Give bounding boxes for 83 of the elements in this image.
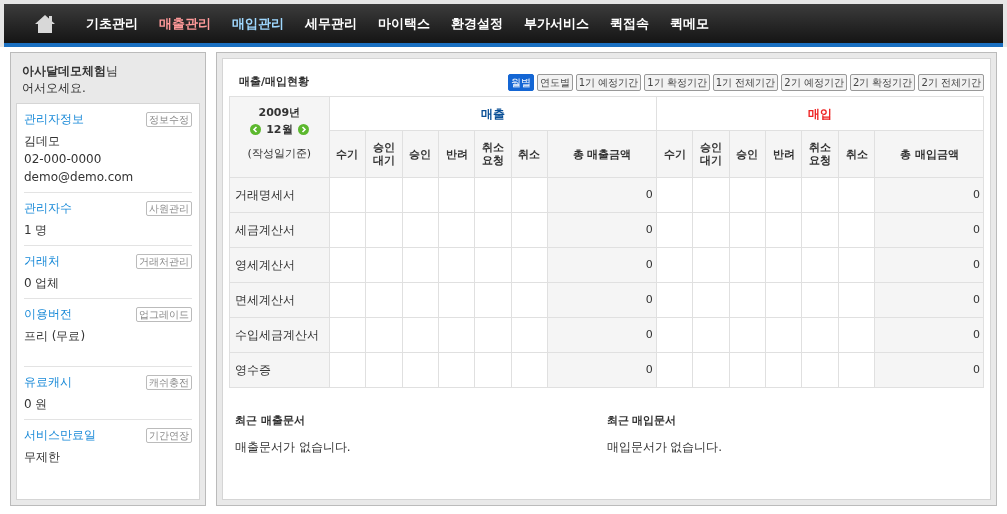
section-title: 유료캐시 (24, 374, 72, 391)
basis-text: (작성일기준) (247, 146, 312, 162)
nav-menu-item[interactable]: 마이택스 (378, 13, 430, 34)
section-action-button[interactable]: 업그레이드 (136, 306, 192, 322)
section-action-button[interactable]: 캐쉬충전 (146, 374, 192, 390)
info-text: 무제한 (24, 449, 61, 466)
section-action-button[interactable]: 기간연장 (146, 427, 192, 443)
nav-menu-item[interactable]: 세무관리 (305, 13, 357, 34)
total-amount-cell: 0 (547, 212, 657, 248)
empty-message: 매입문서가 없습니다. (606, 438, 724, 456)
nav-menu-item[interactable]: 퀵접속 (610, 13, 649, 34)
total-amount-cell: 0 (874, 352, 984, 388)
greeting-text: 아사달데모체험님 어서오세요. (21, 63, 119, 97)
total-amount-cell: 0 (874, 247, 984, 283)
section-title: 관리자수 (24, 200, 72, 217)
period-tab[interactable]: 2기 확정기간 (849, 74, 916, 91)
column-header-cell: 취소 (511, 130, 548, 178)
year-text: 2009년 (258, 105, 301, 121)
column-header-cell: 승인 대기 (692, 130, 730, 178)
period-tab[interactable]: 월별 (507, 74, 534, 91)
total-amount-cell: 0 (547, 317, 657, 353)
column-header-cell: 취소 요청 (801, 130, 839, 178)
period-tab[interactable]: 2기 전체기간 (918, 74, 984, 91)
info-text: 02-000-0000 (24, 151, 103, 168)
total-amount-cell: 0 (547, 352, 657, 388)
info-text: 1 명 (24, 222, 49, 239)
section-action-button[interactable]: 사원관리 (146, 200, 192, 216)
column-header-cell: 취소 (838, 130, 875, 178)
column-header-cell: 승인 (729, 130, 766, 178)
column-header-cell: 수기 (329, 130, 366, 178)
column-header-cell: 수기 (656, 130, 693, 178)
column-header-cell: 반려 (438, 130, 475, 178)
period-tab[interactable]: 2기 예정기간 (781, 74, 847, 91)
nav-menu-item[interactable]: 매출관리 (159, 13, 211, 34)
info-text: demo@demo.com (24, 169, 135, 186)
row-label-cell: 세금계산서 (229, 212, 330, 248)
total-amount-cell: 0 (874, 317, 984, 353)
nav-menu-item[interactable]: 퀵메모 (670, 13, 709, 34)
nav-menu-item[interactable]: 환경설정 (451, 13, 503, 34)
total-amount-cell: 0 (874, 282, 984, 318)
column-header-cell: 총 매입금액 (874, 130, 984, 178)
total-amount-cell: 0 (547, 282, 657, 318)
empty-message: 매출문서가 없습니다. (235, 438, 352, 456)
period-tab[interactable]: 1기 확정기간 (644, 74, 710, 91)
section-action-button[interactable]: 정보수정 (146, 111, 192, 127)
period-tab[interactable]: 연도별 (536, 74, 573, 91)
total-amount-cell: 0 (874, 177, 984, 213)
row-label-cell: 영세계산서 (229, 247, 330, 283)
row-label-cell: 영수증 (229, 352, 330, 388)
previous-month-icon[interactable] (250, 124, 262, 136)
total-amount-cell: 0 (547, 247, 657, 283)
next-month-icon[interactable] (297, 124, 309, 136)
recent-documents-title: 최근 매출문서 (235, 413, 306, 429)
section-title: 관리자정보 (24, 111, 84, 128)
section-heading: 매출/매입현황 (239, 74, 310, 91)
row-label-cell: 면세계산서 (229, 282, 330, 318)
period-tab[interactable]: 1기 전체기간 (712, 74, 779, 91)
row-label-cell: 수입세금계산서 (229, 317, 330, 353)
home-icon[interactable] (34, 13, 56, 34)
column-header-cell: 승인 (402, 130, 439, 178)
section-action-button[interactable]: 거래처관리 (136, 253, 192, 269)
info-text: 김데모 (24, 133, 61, 150)
row-label-cell: 거래명세서 (229, 177, 330, 213)
group-header-cell: 매출 (329, 96, 657, 131)
recent-documents-title: 최근 매입문서 (606, 413, 678, 429)
nav-menu-item[interactable]: 매입관리 (232, 13, 284, 34)
info-text: 0 업체 (24, 275, 61, 292)
info-text: 프리 (무료) (24, 328, 87, 345)
column-header-cell: 승인 대기 (365, 130, 403, 178)
period-tab[interactable]: 1기 예정기간 (575, 74, 642, 91)
section-title: 이용버전 (24, 306, 72, 323)
total-amount-cell: 0 (547, 177, 657, 213)
month-text: 12월 (266, 121, 293, 138)
info-text: 0 원 (24, 396, 49, 413)
group-header-cell: 매입 (656, 96, 984, 131)
nav-menu-item[interactable]: 부가서비스 (524, 13, 589, 34)
section-title: 거래처 (24, 253, 60, 270)
nav-menu-item[interactable]: 기초관리 (86, 13, 138, 34)
column-header-cell: 총 매출금액 (547, 130, 657, 178)
section-title: 서비스만료일 (24, 427, 96, 444)
total-amount-cell: 0 (874, 212, 984, 248)
column-header-cell: 반려 (765, 130, 802, 178)
column-header-cell: 취소 요청 (474, 130, 512, 178)
